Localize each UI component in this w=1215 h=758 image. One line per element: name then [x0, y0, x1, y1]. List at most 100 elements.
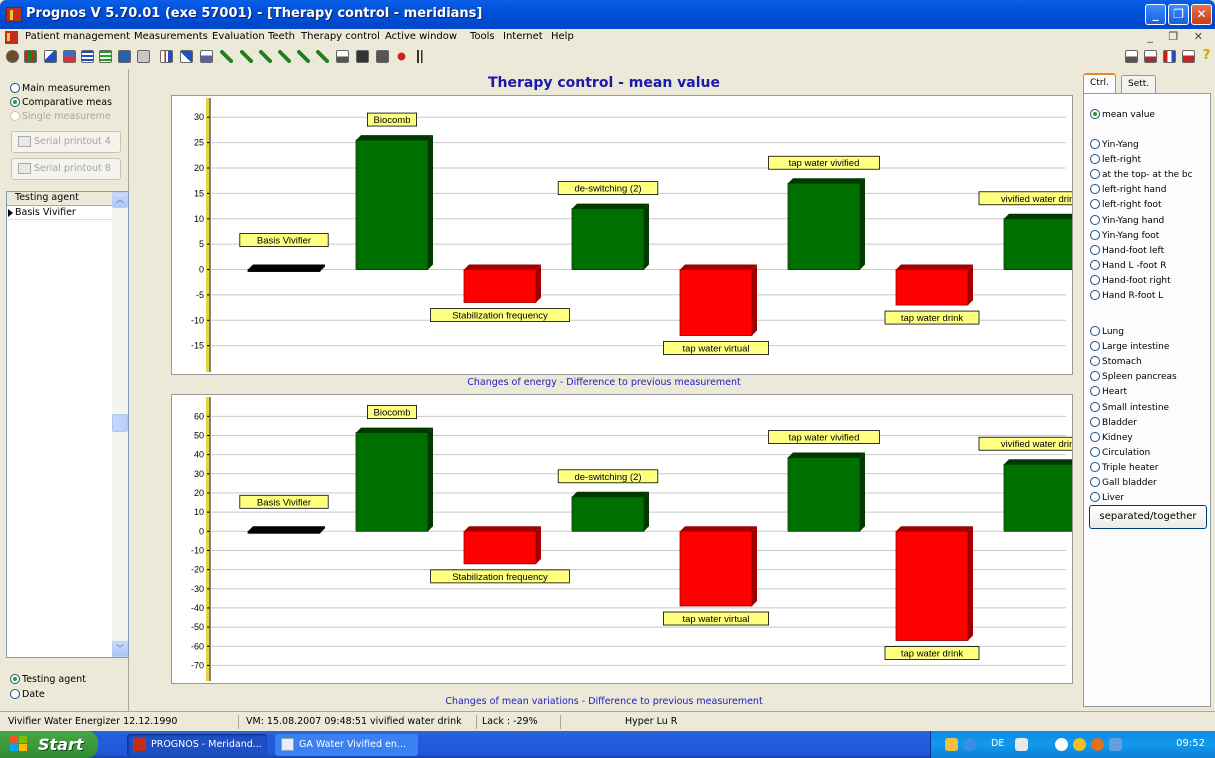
radio-lung[interactable]: Lung — [1090, 326, 1208, 337]
ie-icon[interactable] — [963, 738, 976, 751]
tool-compare-icon[interactable] — [63, 50, 76, 63]
separated-together-button[interactable]: separated/together — [1089, 505, 1207, 529]
document-icon[interactable] — [5, 31, 18, 44]
tool-print-preview-icon[interactable] — [356, 50, 369, 63]
scroll-thumb[interactable] — [112, 414, 128, 432]
list-header[interactable]: Testing agent — [7, 192, 113, 206]
radio-hand-foot-right[interactable]: Hand-foot right — [1090, 274, 1208, 286]
list-item[interactable]: Basis Vivifier — [7, 207, 113, 220]
radio-bladder[interactable]: Bladder — [1090, 416, 1208, 428]
start-button[interactable]: Start — [0, 731, 98, 758]
radio-small-intestine[interactable]: Small intestine — [1090, 401, 1208, 413]
radio-hand-r-foot-l[interactable]: Hand R-foot L — [1090, 290, 1208, 301]
help-icon[interactable]: ? — [1200, 49, 1213, 63]
tool-pen-icon[interactable] — [316, 50, 329, 63]
serial-printout-4-button[interactable]: Serial printout 4 — [11, 131, 121, 153]
scroll-down-icon[interactable]: ﹀ — [112, 641, 128, 657]
bar-label: Basis Vivifier — [239, 233, 329, 247]
export-icon[interactable] — [1144, 50, 1157, 63]
tool-chart-icon[interactable] — [44, 50, 57, 63]
printer-icon[interactable] — [1125, 50, 1138, 63]
menu-teeth[interactable]: Teeth — [268, 31, 295, 42]
app-icon[interactable] — [6, 7, 22, 22]
radio-spleen-pancreas[interactable]: Spleen pancreas — [1090, 371, 1208, 382]
radio-sort-testing-agent[interactable]: Testing agent — [10, 674, 86, 685]
menu-measurements[interactable]: Measurements — [134, 31, 208, 42]
radio-left-right-foot[interactable]: left-right foot — [1090, 199, 1208, 210]
y-tick-label: 60 — [194, 411, 204, 421]
minimize-button[interactable]: _ — [1145, 4, 1166, 25]
radio-circulation[interactable]: Circulation — [1090, 446, 1208, 458]
taskbar-item-document[interactable]: GA Water Vivified en... — [275, 734, 418, 756]
window-layout-icon[interactable] — [1163, 50, 1176, 63]
tool-dot-icon[interactable] — [395, 50, 408, 63]
radio-hand-l-foot-r[interactable]: Hand L -foot R — [1090, 259, 1208, 271]
tool-bars-icon[interactable] — [160, 50, 173, 63]
bar-label: Biocomb — [366, 112, 417, 127]
word-doc-icon — [281, 738, 294, 751]
radio-mean-value[interactable]: mean value — [1090, 109, 1208, 120]
menu-therapy-control[interactable]: Therapy control — [301, 31, 380, 42]
tool-pen-icon[interactable] — [278, 50, 291, 63]
radio-yin-yang-hand[interactable]: Yin-Yang hand — [1090, 214, 1208, 226]
close-button[interactable]: ✕ — [1191, 4, 1212, 25]
maximize-button[interactable]: ❐ — [1168, 4, 1189, 25]
radio-yin-yang-foot[interactable]: Yin-Yang foot — [1090, 229, 1208, 241]
bar-label: tap water vivified — [768, 155, 880, 170]
radio-left-right[interactable]: left-right — [1090, 154, 1208, 165]
title-bar[interactable]: Prognos V 5.70.01 (exe 57001) - [Therapy… — [0, 0, 1215, 29]
serial-printout-8-button[interactable]: Serial printout 8 — [11, 158, 121, 180]
help-tray-icon[interactable] — [1015, 738, 1028, 751]
volume-icon[interactable] — [1109, 738, 1122, 751]
menu-help[interactable]: Help — [551, 31, 574, 42]
tool-report-icon[interactable] — [200, 50, 213, 63]
tool-grid-icon[interactable] — [24, 50, 37, 63]
radio-heart[interactable]: Heart — [1090, 386, 1208, 397]
tool-table-icon[interactable] — [99, 50, 112, 63]
vertical-scrollbar[interactable]: ︿ ﹀ — [112, 192, 128, 657]
printer-icon[interactable] — [336, 50, 349, 63]
language-indicator[interactable]: DE — [991, 738, 1004, 749]
radio-large-intestine[interactable]: Large intestine — [1090, 341, 1208, 352]
antivirus-icon[interactable] — [1091, 738, 1104, 751]
taskbar-item-prognos[interactable]: PROGNOS - Meridand... — [127, 734, 267, 756]
tool-pen-icon[interactable] — [220, 50, 233, 63]
tool-eraser-icon[interactable] — [6, 50, 19, 63]
radio-kidney[interactable]: Kidney — [1090, 431, 1208, 443]
radio-main-measurement[interactable]: Main measuremen — [10, 83, 110, 94]
testing-agent-list[interactable]: Testing agent Basis Vivifier ︿ ﹀ — [6, 191, 129, 658]
radio-liver[interactable]: Liver — [1090, 492, 1208, 503]
mdi-window-controls[interactable]: _ ❐ ✕ — [1147, 30, 1209, 43]
tab-ctrl[interactable]: Ctrl. — [1083, 73, 1116, 94]
tab-sett[interactable]: Sett. — [1121, 75, 1157, 93]
radio-at-the-top-at-the-bc[interactable]: at the top- at the bc — [1090, 169, 1208, 180]
radio-left-right-hand[interactable]: left-right hand — [1090, 184, 1208, 195]
radio-hand-foot-left[interactable]: Hand-foot left — [1090, 244, 1208, 256]
tool-graph-icon[interactable] — [180, 50, 193, 63]
menu-evaluation[interactable]: Evaluation — [212, 31, 265, 42]
calculator-icon[interactable] — [376, 50, 389, 63]
tool-pen-icon[interactable] — [240, 50, 253, 63]
radio-sort-date[interactable]: Date — [10, 689, 45, 700]
radio-triple-heater[interactable]: Triple heater — [1090, 461, 1208, 473]
tool-list-icon[interactable] — [81, 50, 94, 63]
menu-active-window[interactable]: Active window — [385, 31, 457, 42]
tool-pen-icon[interactable] — [297, 50, 310, 63]
network-icon[interactable] — [1055, 738, 1068, 751]
chart-layout-icon[interactable] — [1182, 50, 1195, 63]
menu-patient-management[interactable]: Patient management — [25, 31, 130, 42]
radio-comparative-measurement[interactable]: Comparative meas — [10, 97, 112, 108]
menu-internet[interactable]: Internet — [503, 31, 543, 42]
radio-stomach[interactable]: Stomach — [1090, 356, 1208, 367]
tray-app-icon[interactable] — [945, 738, 958, 751]
scroll-up-icon[interactable]: ︿ — [112, 192, 128, 208]
security-icon[interactable] — [1073, 738, 1086, 751]
bar-label: tap water virtual — [662, 611, 769, 626]
tool-pen-icon[interactable] — [259, 50, 272, 63]
tool-column-icon[interactable] — [413, 50, 426, 63]
bar-top — [248, 264, 325, 270]
radio-yin-yang[interactable]: Yin-Yang — [1090, 139, 1208, 150]
menu-tools[interactable]: Tools — [470, 31, 495, 42]
radio-gall-bladder[interactable]: Gall bladder — [1090, 477, 1208, 488]
tool-save-icon[interactable] — [118, 50, 131, 63]
